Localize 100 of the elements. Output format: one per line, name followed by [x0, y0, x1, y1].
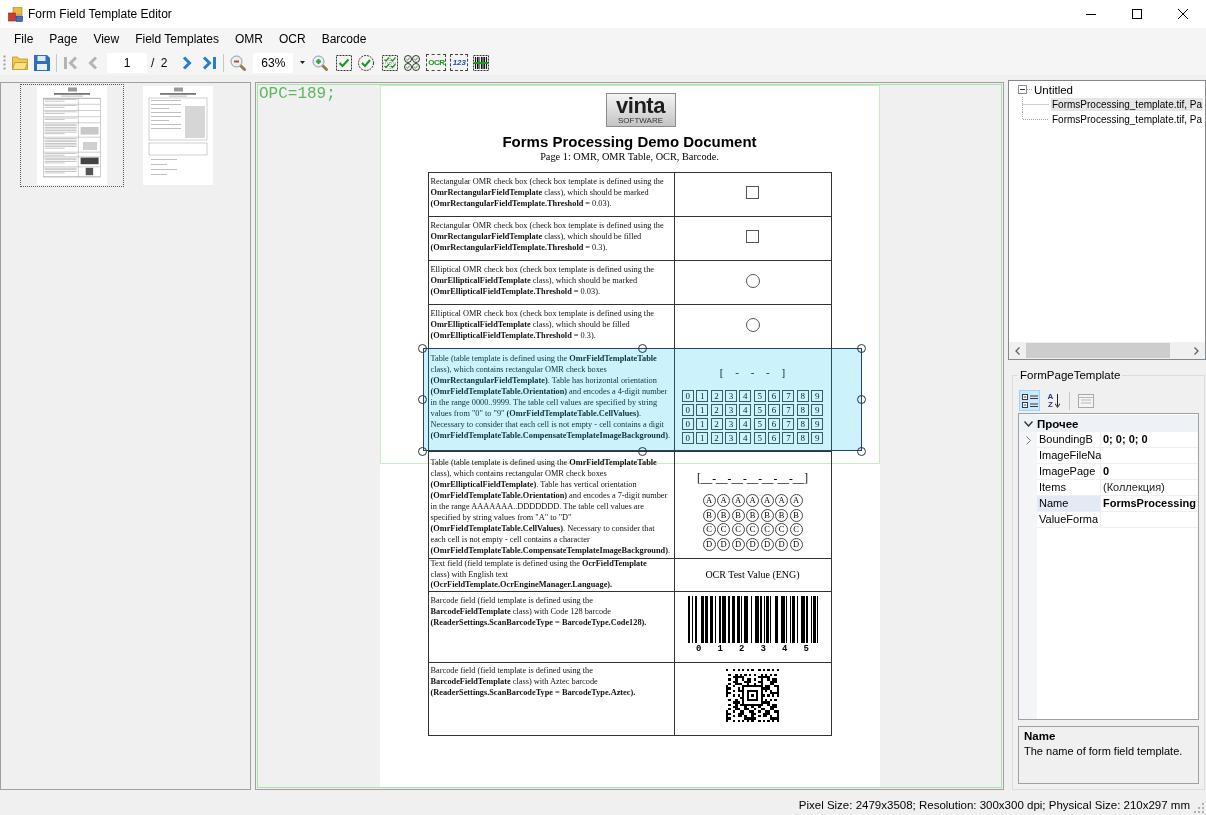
- document-title: Forms Processing Demo Document: [502, 133, 757, 151]
- maximize-icon: [1132, 9, 1142, 19]
- page-number-field[interactable]: 1: [107, 52, 147, 73]
- menu-item[interactable]: Barcode: [313, 30, 375, 48]
- tree-connector: [1027, 89, 1032, 90]
- dashed-checkbox-icon: [336, 54, 353, 71]
- omr-digit-box: 7: [782, 432, 795, 444]
- omr-digit-box: 1: [696, 432, 709, 444]
- menu-item[interactable]: View: [85, 30, 128, 48]
- omr-digit-box: 7: [782, 418, 795, 430]
- omr-digit-box: 3: [724, 404, 737, 416]
- omr-digit-box: 2: [710, 432, 723, 444]
- omr-digit-box: 9: [811, 404, 824, 416]
- omr-digit-box: 5: [753, 432, 766, 444]
- categorized-list-icon: [1021, 392, 1038, 409]
- omr-digit-box: 1: [696, 390, 709, 402]
- tree-item[interactable]: Untitled: [1034, 82, 1073, 97]
- ocr-sample-text: OCR Test Value (ENG): [705, 569, 800, 581]
- recognition-result-text: OPC=189;: [259, 85, 336, 103]
- omr-digit-box: 9: [811, 390, 824, 402]
- field-description: Barcode field (field template is defined using the BarcodeFieldTemplate class) with Aztec barcode (ReaderSettings.ScanBarcodeType = BarcodeType.Aztec).: [429, 665, 637, 698]
- down-arrow-icon: [1055, 393, 1060, 408]
- barcode-digit: 3: [760, 644, 766, 654]
- field-description: Rectangular OMR check box (check box template is defined using the OmrRectangularFieldTemplate class), which should be marked (OmrRectangularFieldTemplate.Threshold = 0.03).: [429, 176, 665, 209]
- field-description: Elliptical OMR check box (check box template is defined using the OmrEllipticalFieldTemplate class), which should be marked (OmrEllipticalFieldTemplate.Threshold = 0.03).: [429, 264, 655, 297]
- omr-digit-box: 0: [681, 432, 694, 444]
- alphabetical-sort-button[interactable]: AZ: [1043, 390, 1064, 411]
- categorized-view-button[interactable]: [1019, 390, 1040, 411]
- menu-item[interactable]: File: [6, 30, 42, 48]
- scrollbar-thumb[interactable]: [1026, 343, 1170, 358]
- chevron-right-icon: [1194, 346, 1199, 355]
- omr-digit-box: 6: [768, 418, 781, 430]
- document-subtitle: Page 1: OMR, OMR Table, OCR, Barcode.: [540, 151, 719, 163]
- field-description: Table (table template is defined using the OmrFieldTemplateTable class), which contains rectangular OMR check boxes (OmrEllipticalFieldTemplate). Table has vertical orientation (OmrFieldTemplateTable.Orientation) and encodes a 7-digit number in the range AAAAAAA..DDDDDDD. The table cell values are specified by string values from "A" to "D" (OmrFieldTemplateTable.CellValues). Necessary to consider that each cell is not empty - cell contains a character (OmrFieldTemplateTable.CompensateTemplateImageBackground).: [429, 457, 672, 556]
- property-value[interactable]: FormsProcessing: [1101, 496, 1198, 512]
- tree-item[interactable]: FormsProcessing_template.tif, Pa: [1051, 98, 1204, 111]
- omr-digit-box: 3: [724, 418, 737, 430]
- size-grip-icon: [1194, 803, 1204, 813]
- field-description: Table (table template is defined using the OmrFieldTemplateTable class), which contains rectangular OMR check boxes (OmrRectangularFieldTemplate). Table has horizontal orientation (OmrFieldTemplateTable.Orientation) and encodes a 4-digit number in the range 0000..9999. The table cell values are specified by string values from "0" to "9" (OmrFieldTemplateTable.CellValues). Necessary to consider that each cell is not empty - cell contains a digit (OmrFieldTemplateTable.CompensateTemplateImageBackground).: [429, 353, 672, 441]
- omr-digit-box: 4: [739, 432, 752, 444]
- group-title: FormPageTemplate: [1019, 368, 1122, 382]
- barcode-icon: [473, 54, 490, 71]
- folder-icon: [12, 55, 28, 70]
- field-description: Rectangular OMR check box (check box template is defined using the OmrRectangularFieldTemplate class), which should be filled (OmrRectangularFieldTemplate.Threshold = 0.3).: [429, 220, 665, 253]
- chevron-right-icon[interactable]: [1025, 435, 1031, 445]
- menu-item[interactable]: OCR: [271, 30, 314, 48]
- omr-digit-box: 0: [681, 418, 694, 430]
- collapse-icon[interactable]: [1018, 85, 1027, 94]
- description-text: The name of form field template.: [1024, 744, 1184, 758]
- omr-digit-box: 5: [753, 404, 766, 416]
- menu-item[interactable]: Field Templates: [127, 30, 227, 48]
- omr-digit-box: 9: [811, 418, 824, 430]
- omr-digit-box: 2: [710, 418, 723, 430]
- checkbox-grid-icon: [382, 54, 399, 71]
- magnifier-plus-icon: [312, 54, 329, 71]
- omr-digit-box: 9: [811, 432, 824, 444]
- tree-item[interactable]: FormsProcessing_template.tif, Pa: [1051, 113, 1204, 126]
- logo-subtitle: SOFTWARE: [617, 116, 663, 125]
- caret-down-icon: [299, 61, 305, 64]
- property-name[interactable]: Name: [1037, 496, 1101, 512]
- circle-check-grid-icon: [404, 54, 421, 71]
- barcode-digit: 1: [717, 644, 723, 654]
- logo-wordmark: vinta: [616, 95, 665, 116]
- property-name[interactable]: ValueForma: [1037, 512, 1101, 528]
- menu-item[interactable]: OMR: [227, 30, 271, 48]
- property-name[interactable]: BoundingB: [1037, 432, 1101, 448]
- app-icon: [8, 6, 23, 22]
- omr-digit-box: 2: [710, 404, 723, 416]
- omr-digit-box: 4: [739, 418, 752, 430]
- field-description: Elliptical OMR check box (check box template is defined using the OmrEllipticalFieldTemplate class), which should be filled (OmrEllipticalFieldTemplate.Threshold = 0.3).: [429, 308, 655, 341]
- chevron-down-icon[interactable]: [1023, 420, 1033, 427]
- selection-rectangle[interactable]: [422, 348, 862, 451]
- page-thumbnail[interactable]: [20, 84, 124, 187]
- omr-digit-box: 6: [768, 390, 781, 402]
- omr-digit-box: 4: [739, 390, 752, 402]
- number-tool-button[interactable]: 123: [450, 54, 469, 71]
- zoom-combo[interactable]: 63%: [253, 52, 294, 73]
- field-mask: [ - - - ]: [719, 365, 786, 379]
- matrix-code-drawing: [726, 669, 779, 722]
- window-title: Form Field Template Editor: [28, 7, 172, 21]
- barcode-digit: 0: [696, 644, 702, 654]
- property-value[interactable]: 0: [1101, 464, 1198, 480]
- menu-item[interactable]: Page: [41, 30, 86, 48]
- description-title: Name: [1024, 729, 1057, 744]
- close-icon: [1178, 9, 1188, 19]
- omr-digit-box: 0: [681, 390, 694, 402]
- omr-digit-box: 8: [796, 390, 809, 402]
- property-name[interactable]: ImageFileNa: [1037, 448, 1101, 464]
- omr-digit-box: 1: [696, 418, 709, 430]
- field-description: Barcode field (field template is defined using the BarcodeFieldTemplate class) with Code 128 barcode (ReaderSettings.ScanBarcodeType = BarcodeType.Code128).: [429, 595, 648, 628]
- ocr-tool-button[interactable]: OCR: [426, 54, 447, 71]
- omr-digit-box: 3: [724, 432, 737, 444]
- omr-digit-box: 8: [796, 404, 809, 416]
- omr-digit-box: 5: [753, 390, 766, 402]
- omr-digit-box: 8: [796, 418, 809, 430]
- property-value[interactable]: (Коллекция): [1101, 480, 1198, 496]
- property-name[interactable]: ImagePage: [1037, 464, 1101, 480]
- barcode-digit: 4: [782, 644, 788, 654]
- property-value[interactable]: 0; 0; 0; 0: [1101, 432, 1198, 448]
- omr-digit-box: 4: [739, 404, 752, 416]
